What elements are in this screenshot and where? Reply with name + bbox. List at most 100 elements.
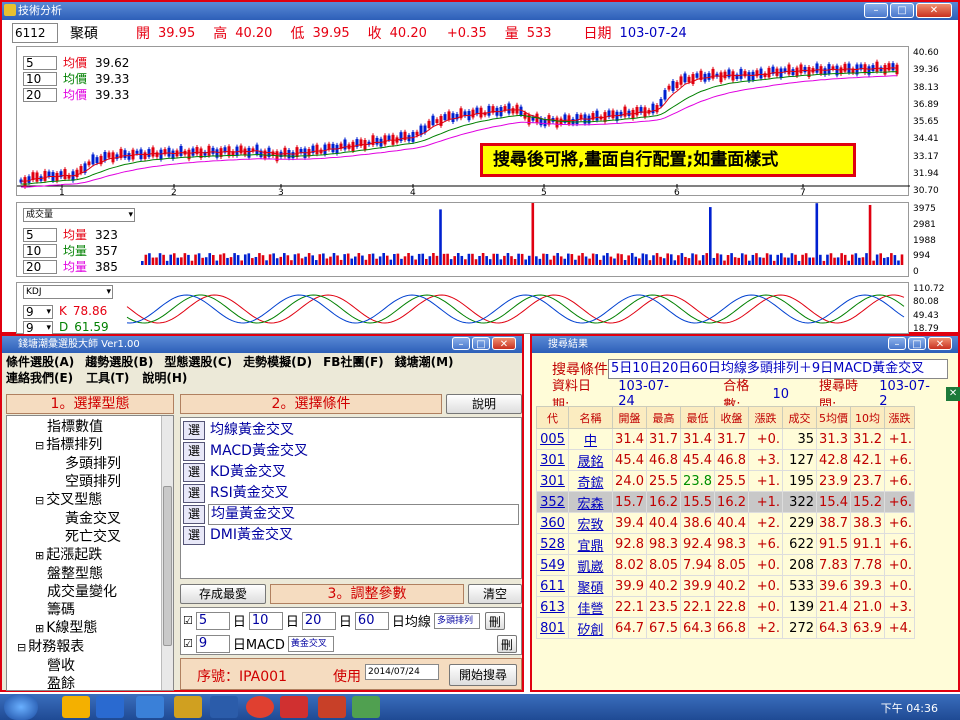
result-row[interactable]: 352 宏森 15.7 16.2 15.5 16.2 +1. 322 15.4 15.2 +6. (536, 491, 915, 513)
result-row[interactable]: 611 聚碩 39.9 40.2 39.9 40.2 +0. 533 39.6 39.3 +0. (536, 575, 915, 597)
stock-code-link[interactable]: 360 (536, 512, 569, 534)
stock-code-link[interactable]: 613 (536, 596, 569, 618)
stock-name-link[interactable]: 矽創 (568, 617, 613, 639)
macd-mode-select[interactable]: 黃金交叉 (287, 635, 334, 652)
condition-label[interactable]: 均線黃金交叉 (208, 421, 519, 440)
menu-item[interactable]: 趨勢選股(B) (85, 354, 153, 370)
tree-item[interactable]: 成交量變化 (7, 583, 173, 601)
picker-minimize-button[interactable]: – (452, 337, 470, 350)
stock-name-link[interactable]: 宏森 (568, 491, 613, 513)
volume-indicator-select[interactable]: 成交量 (23, 208, 135, 222)
stock-name-link[interactable]: 中 (568, 428, 613, 450)
picker-close-button[interactable]: ✕ (492, 337, 516, 350)
tree-item[interactable]: 盈餘 (7, 675, 173, 690)
picker-maximize-button[interactable]: □ (472, 337, 490, 350)
column-header[interactable]: 收盤 (714, 406, 749, 429)
tree-scroll-thumb[interactable] (163, 486, 172, 646)
tree-item[interactable]: ⊞ K線型態 (7, 619, 173, 638)
stock-name-link[interactable]: 晟銘 (568, 449, 613, 471)
result-row[interactable]: 360 宏致 39.4 40.4 38.6 40.4 +2. 229 38.7 38.3 +6. (536, 512, 915, 534)
stock-code-link[interactable]: 005 (536, 428, 569, 450)
tree-item[interactable]: 籌碼 (7, 601, 173, 619)
stock-name-link[interactable]: 宏致 (568, 512, 613, 534)
tree-expand-icon[interactable]: ⊟ (35, 494, 44, 507)
tree-expand-icon[interactable]: ⊟ (17, 641, 26, 654)
date-picker[interactable]: 2014/07/24 (365, 664, 439, 680)
stock-name-link[interactable]: 佳營 (568, 596, 613, 618)
taskbar-powerpoint-icon[interactable] (318, 696, 346, 718)
condition-label[interactable]: KD黃金交叉 (208, 463, 519, 482)
tree-item[interactable]: 營收 (7, 657, 173, 675)
select-condition-button[interactable]: 選 (183, 420, 205, 440)
result-maximize-button[interactable]: □ (908, 337, 926, 350)
clear-button[interactable]: 清空 (468, 584, 522, 604)
taskbar-document-icon[interactable] (136, 696, 164, 718)
taskbar-app-icon[interactable] (96, 696, 124, 718)
select-condition-button[interactable]: 選 (183, 441, 205, 461)
help-button[interactable]: 說明 (446, 394, 522, 414)
price-ma-period-select[interactable]: 20 (23, 88, 57, 102)
column-header[interactable]: 開盤 (612, 406, 647, 429)
menu-item[interactable]: 條件選股(A) (6, 354, 74, 370)
tree-item[interactable]: ⊟ 財務報表 (7, 638, 173, 657)
menu-item[interactable]: 連絡我們(E) (6, 370, 73, 386)
stock-code-link[interactable]: 528 (536, 533, 569, 555)
stock-name-link[interactable]: 奇鋐 (568, 470, 613, 492)
delete-param2-button[interactable]: 刪 (496, 634, 517, 653)
menu-item[interactable]: 說明(H) (142, 370, 187, 386)
stock-code-link[interactable]: 801 (536, 617, 569, 639)
select-condition-button[interactable]: 選 (183, 483, 205, 503)
menu-item[interactable]: 走勢模擬(D) (243, 354, 312, 370)
taskbar-word-icon[interactable] (210, 696, 238, 718)
column-header[interactable]: 成交 (782, 406, 817, 429)
column-header[interactable]: 名稱 (568, 406, 613, 429)
result-row[interactable]: 613 佳營 22.1 23.5 22.1 22.8 +0. 139 21.4 21.0 +3. (536, 596, 915, 618)
tree-item[interactable]: 多頭排列 (7, 455, 173, 473)
condition-label[interactable]: RSI黃金交叉 (208, 484, 519, 503)
stock-code-link[interactable]: 301 (536, 470, 569, 492)
column-header[interactable]: 5均價 (816, 406, 851, 429)
menu-item[interactable]: 錢塘潮(M) (395, 354, 454, 370)
column-header[interactable]: 最低 (680, 406, 715, 429)
column-header[interactable]: 漲跌 (748, 406, 783, 429)
select-condition-button[interactable]: 選 (183, 525, 205, 545)
volume-ma-period-select[interactable]: 20 (23, 260, 57, 274)
ma-period-1-input[interactable]: 5 (195, 611, 230, 630)
stock-name-link[interactable]: 聚碩 (568, 575, 613, 597)
taskbar-image-icon[interactable] (174, 696, 202, 718)
start-search-button[interactable]: 開始搜尋 (449, 664, 517, 686)
kdj-indicator-select[interactable]: KDJ (23, 285, 113, 299)
taskbar-stock-app-icon[interactable] (352, 696, 380, 718)
column-header[interactable]: 10均 (850, 406, 885, 429)
menu-item[interactable]: 工具(T) (86, 370, 129, 386)
d-period-select[interactable]: 9 (23, 320, 53, 335)
result-row[interactable]: 549 凱崴 8.02 8.05 7.94 8.05 +0. 208 7.83 7.78 +0. (536, 554, 915, 576)
param2-checkbox[interactable]: ☑ (183, 637, 193, 650)
tree-expand-icon[interactable]: ⊟ (35, 439, 44, 452)
price-ma-period-select[interactable]: 5 (23, 56, 57, 70)
tree-item[interactable]: ⊟ 指標排列 (7, 436, 173, 455)
volume-ma-period-select[interactable]: 5 (23, 228, 57, 242)
taskbar-browser-icon[interactable] (246, 696, 274, 718)
condition-label[interactable]: DMI黃金交叉 (208, 526, 519, 545)
result-row[interactable]: 801 矽創 64.7 67.5 64.3 66.8 +2. 272 64.3 63.9 +4. (536, 617, 915, 639)
maximize-button[interactable]: □ (890, 3, 914, 18)
result-minimize-button[interactable]: – (888, 337, 906, 350)
result-close-button[interactable]: ✕ (928, 337, 952, 350)
macd-period-input[interactable]: 9 (195, 634, 230, 653)
volume-ma-period-select[interactable]: 10 (23, 244, 57, 258)
excel-export-icon[interactable]: ✕ (946, 387, 960, 401)
result-row[interactable]: 301 晟銘 45.4 46.8 45.4 46.8 +3. 127 42.8 42.1 +6. (536, 449, 915, 471)
tree-item[interactable]: 空頭排列 (7, 473, 173, 491)
tree-item[interactable]: 指標數值 (7, 418, 173, 436)
tree-item[interactable]: ⊞ 起漲起跌 (7, 546, 173, 565)
result-row[interactable]: 005 中 31.4 31.7 31.4 31.7 +0. 35 31.3 31.2 +1. (536, 428, 915, 450)
taskbar-folder-icon[interactable] (62, 696, 90, 718)
taskbar-pdf-icon[interactable] (280, 696, 308, 718)
condition-label[interactable]: MACD黃金交叉 (208, 442, 519, 461)
tree-item[interactable]: 黃金交叉 (7, 510, 173, 528)
column-header[interactable]: 漲跌 (884, 406, 915, 429)
stock-name-link[interactable]: 宜鼎 (568, 533, 613, 555)
result-row[interactable]: 301 奇鋐 24.0 25.5 23.8 25.5 +1. 195 23.9 23.7 +6. (536, 470, 915, 492)
tree-item[interactable]: ⊟ 交叉型態 (7, 491, 173, 510)
